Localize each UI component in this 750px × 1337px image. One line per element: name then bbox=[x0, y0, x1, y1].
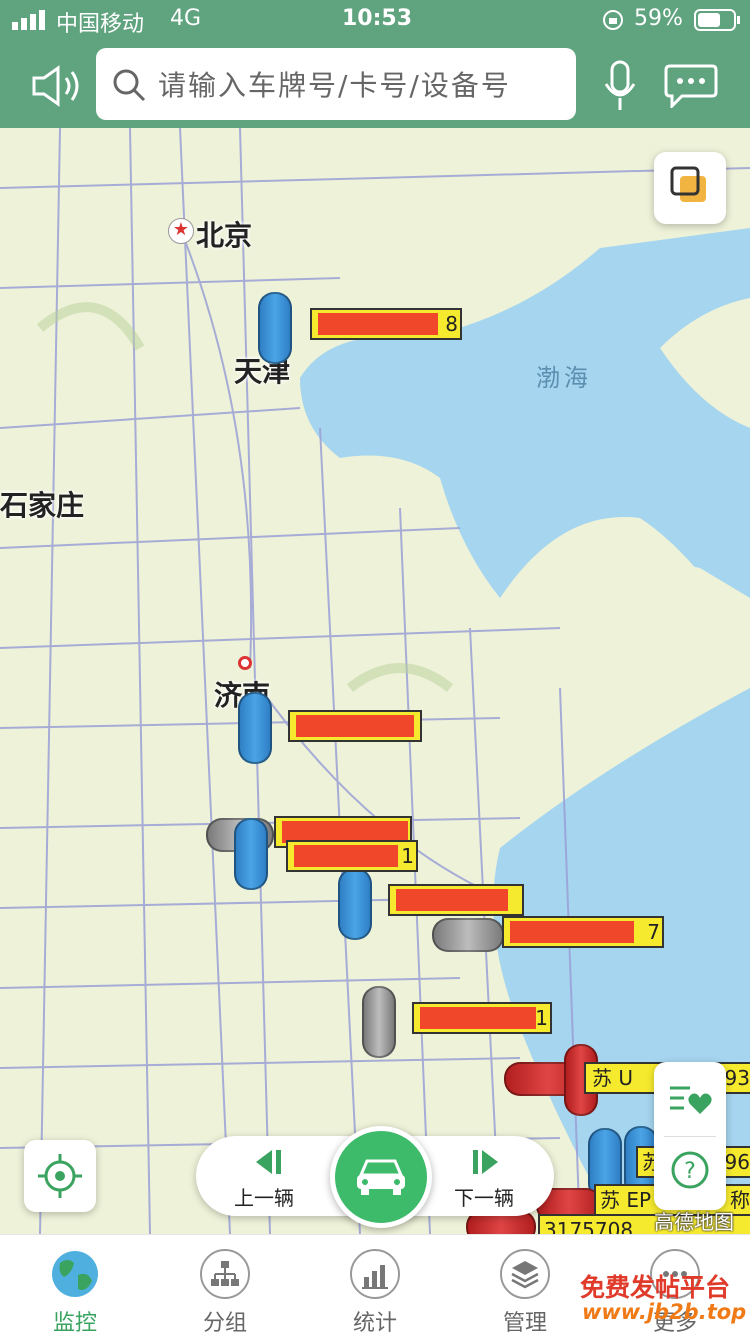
vehicle-marker[interactable] bbox=[338, 868, 372, 940]
layers-icon bbox=[670, 166, 706, 202]
signal-icon bbox=[12, 10, 45, 30]
speaker-icon[interactable] bbox=[30, 64, 86, 108]
vehicle-marker[interactable] bbox=[234, 818, 268, 890]
svg-text:?: ? bbox=[684, 1159, 696, 1184]
rotation-lock-icon bbox=[603, 10, 623, 30]
tab-statistics[interactable]: 统计 bbox=[300, 1235, 450, 1336]
locate-button[interactable] bbox=[24, 1140, 96, 1212]
city-marker-jinan bbox=[238, 656, 252, 670]
prev-vehicle-button[interactable]: 上一辆 bbox=[216, 1136, 316, 1216]
locate-icon bbox=[38, 1154, 82, 1198]
network-text: 4G bbox=[170, 6, 202, 31]
search-input[interactable]: 请输入车牌号/卡号/设备号 bbox=[96, 48, 576, 120]
chat-icon[interactable] bbox=[664, 62, 718, 108]
battery-icon bbox=[694, 9, 740, 31]
plate-label[interactable]: 1 bbox=[412, 1002, 552, 1034]
carrier-text: 中国移动 bbox=[56, 12, 145, 37]
plate-label[interactable]: 7 bbox=[502, 916, 664, 948]
search-icon bbox=[113, 69, 146, 102]
vehicle-marker[interactable] bbox=[432, 918, 504, 952]
plate-label[interactable] bbox=[288, 710, 422, 742]
layers-stack-icon bbox=[500, 1249, 550, 1299]
globe-icon bbox=[52, 1251, 98, 1297]
tab-label: 管理 bbox=[502, 1311, 547, 1336]
plate-label[interactable]: 8 bbox=[310, 308, 462, 340]
map-attribution: 高德地图 bbox=[654, 1210, 734, 1234]
favorite-list-icon[interactable] bbox=[666, 1080, 714, 1120]
vehicle-marker[interactable] bbox=[362, 986, 396, 1058]
sea-label: 渤海 bbox=[536, 364, 592, 392]
panel-divider bbox=[664, 1136, 716, 1137]
city-marker-beijing: ★ bbox=[168, 218, 194, 244]
battery-percent: 59% bbox=[634, 6, 683, 31]
tab-label: 统计 bbox=[352, 1311, 397, 1336]
right-tools-panel: ? bbox=[654, 1062, 726, 1210]
microphone-icon[interactable] bbox=[602, 60, 638, 112]
search-placeholder: 请输入车牌号/卡号/设备号 bbox=[158, 69, 511, 102]
layer-switch-button[interactable] bbox=[654, 152, 726, 224]
top-bar: 请输入车牌号/卡号/设备号 bbox=[0, 40, 750, 128]
prev-arrow-icon bbox=[256, 1150, 281, 1174]
prev-vehicle-label: 上一辆 bbox=[234, 1186, 294, 1210]
status-bar: 中国移动 4G 10:53 59% bbox=[0, 0, 750, 40]
tab-monitor[interactable]: 监控 bbox=[0, 1235, 150, 1336]
tab-label: 监控 bbox=[52, 1311, 97, 1336]
map-view[interactable]: 渤海 ★ 北京 天津 石家庄 济南 8 1 7 1 苏 U93 苏96 苏 EP… bbox=[0, 128, 750, 1234]
bar-chart-icon bbox=[350, 1249, 400, 1299]
tab-group[interactable]: 分组 bbox=[150, 1235, 300, 1336]
help-icon[interactable]: ? bbox=[670, 1150, 710, 1190]
next-vehicle-label: 下一辆 bbox=[454, 1186, 514, 1210]
vehicle-marker[interactable] bbox=[238, 692, 272, 764]
tab-manage[interactable]: 管理 bbox=[450, 1235, 600, 1336]
group-tree-icon bbox=[200, 1249, 250, 1299]
vehicle-marker[interactable] bbox=[258, 292, 292, 364]
city-label-beijing: 北京 bbox=[196, 219, 253, 252]
plate-label[interactable]: 1 bbox=[286, 840, 418, 872]
plate-label[interactable] bbox=[388, 884, 524, 916]
watermark-url: www.jb2b.top bbox=[582, 1300, 747, 1324]
watermark-title: 免费发帖平台 bbox=[580, 1273, 731, 1302]
car-icon bbox=[357, 1159, 405, 1195]
clock-text: 10:53 bbox=[342, 6, 413, 31]
next-arrow-icon bbox=[473, 1150, 498, 1174]
vehicle-list-button[interactable] bbox=[330, 1126, 432, 1228]
next-vehicle-button[interactable]: 下一辆 bbox=[434, 1136, 534, 1216]
tab-label: 分组 bbox=[202, 1311, 247, 1336]
city-label-shijiazhuang: 石家庄 bbox=[0, 489, 85, 522]
